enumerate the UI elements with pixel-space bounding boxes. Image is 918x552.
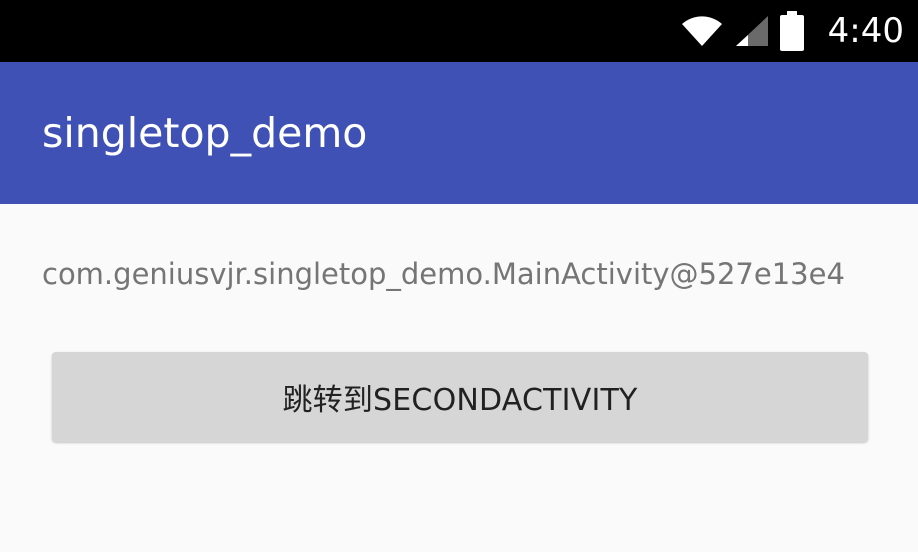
cell-signal-icon (735, 16, 768, 46)
status-time: 4:40 (827, 11, 904, 51)
activity-instance-text: com.geniusvjr.singletop_demo.MainActivit… (42, 257, 845, 291)
go-to-second-activity-button[interactable]: 跳转到SECONDACTIVITY (52, 352, 868, 442)
app-title: singletop_demo (42, 109, 368, 157)
main-content: com.geniusvjr.singletop_demo.MainActivit… (0, 204, 918, 552)
status-bar: 4:40 (0, 0, 918, 62)
status-icons: 4:40 (680, 0, 904, 62)
battery-icon (779, 11, 804, 51)
wifi-icon (681, 16, 722, 46)
app-bar: singletop_demo (0, 62, 918, 204)
